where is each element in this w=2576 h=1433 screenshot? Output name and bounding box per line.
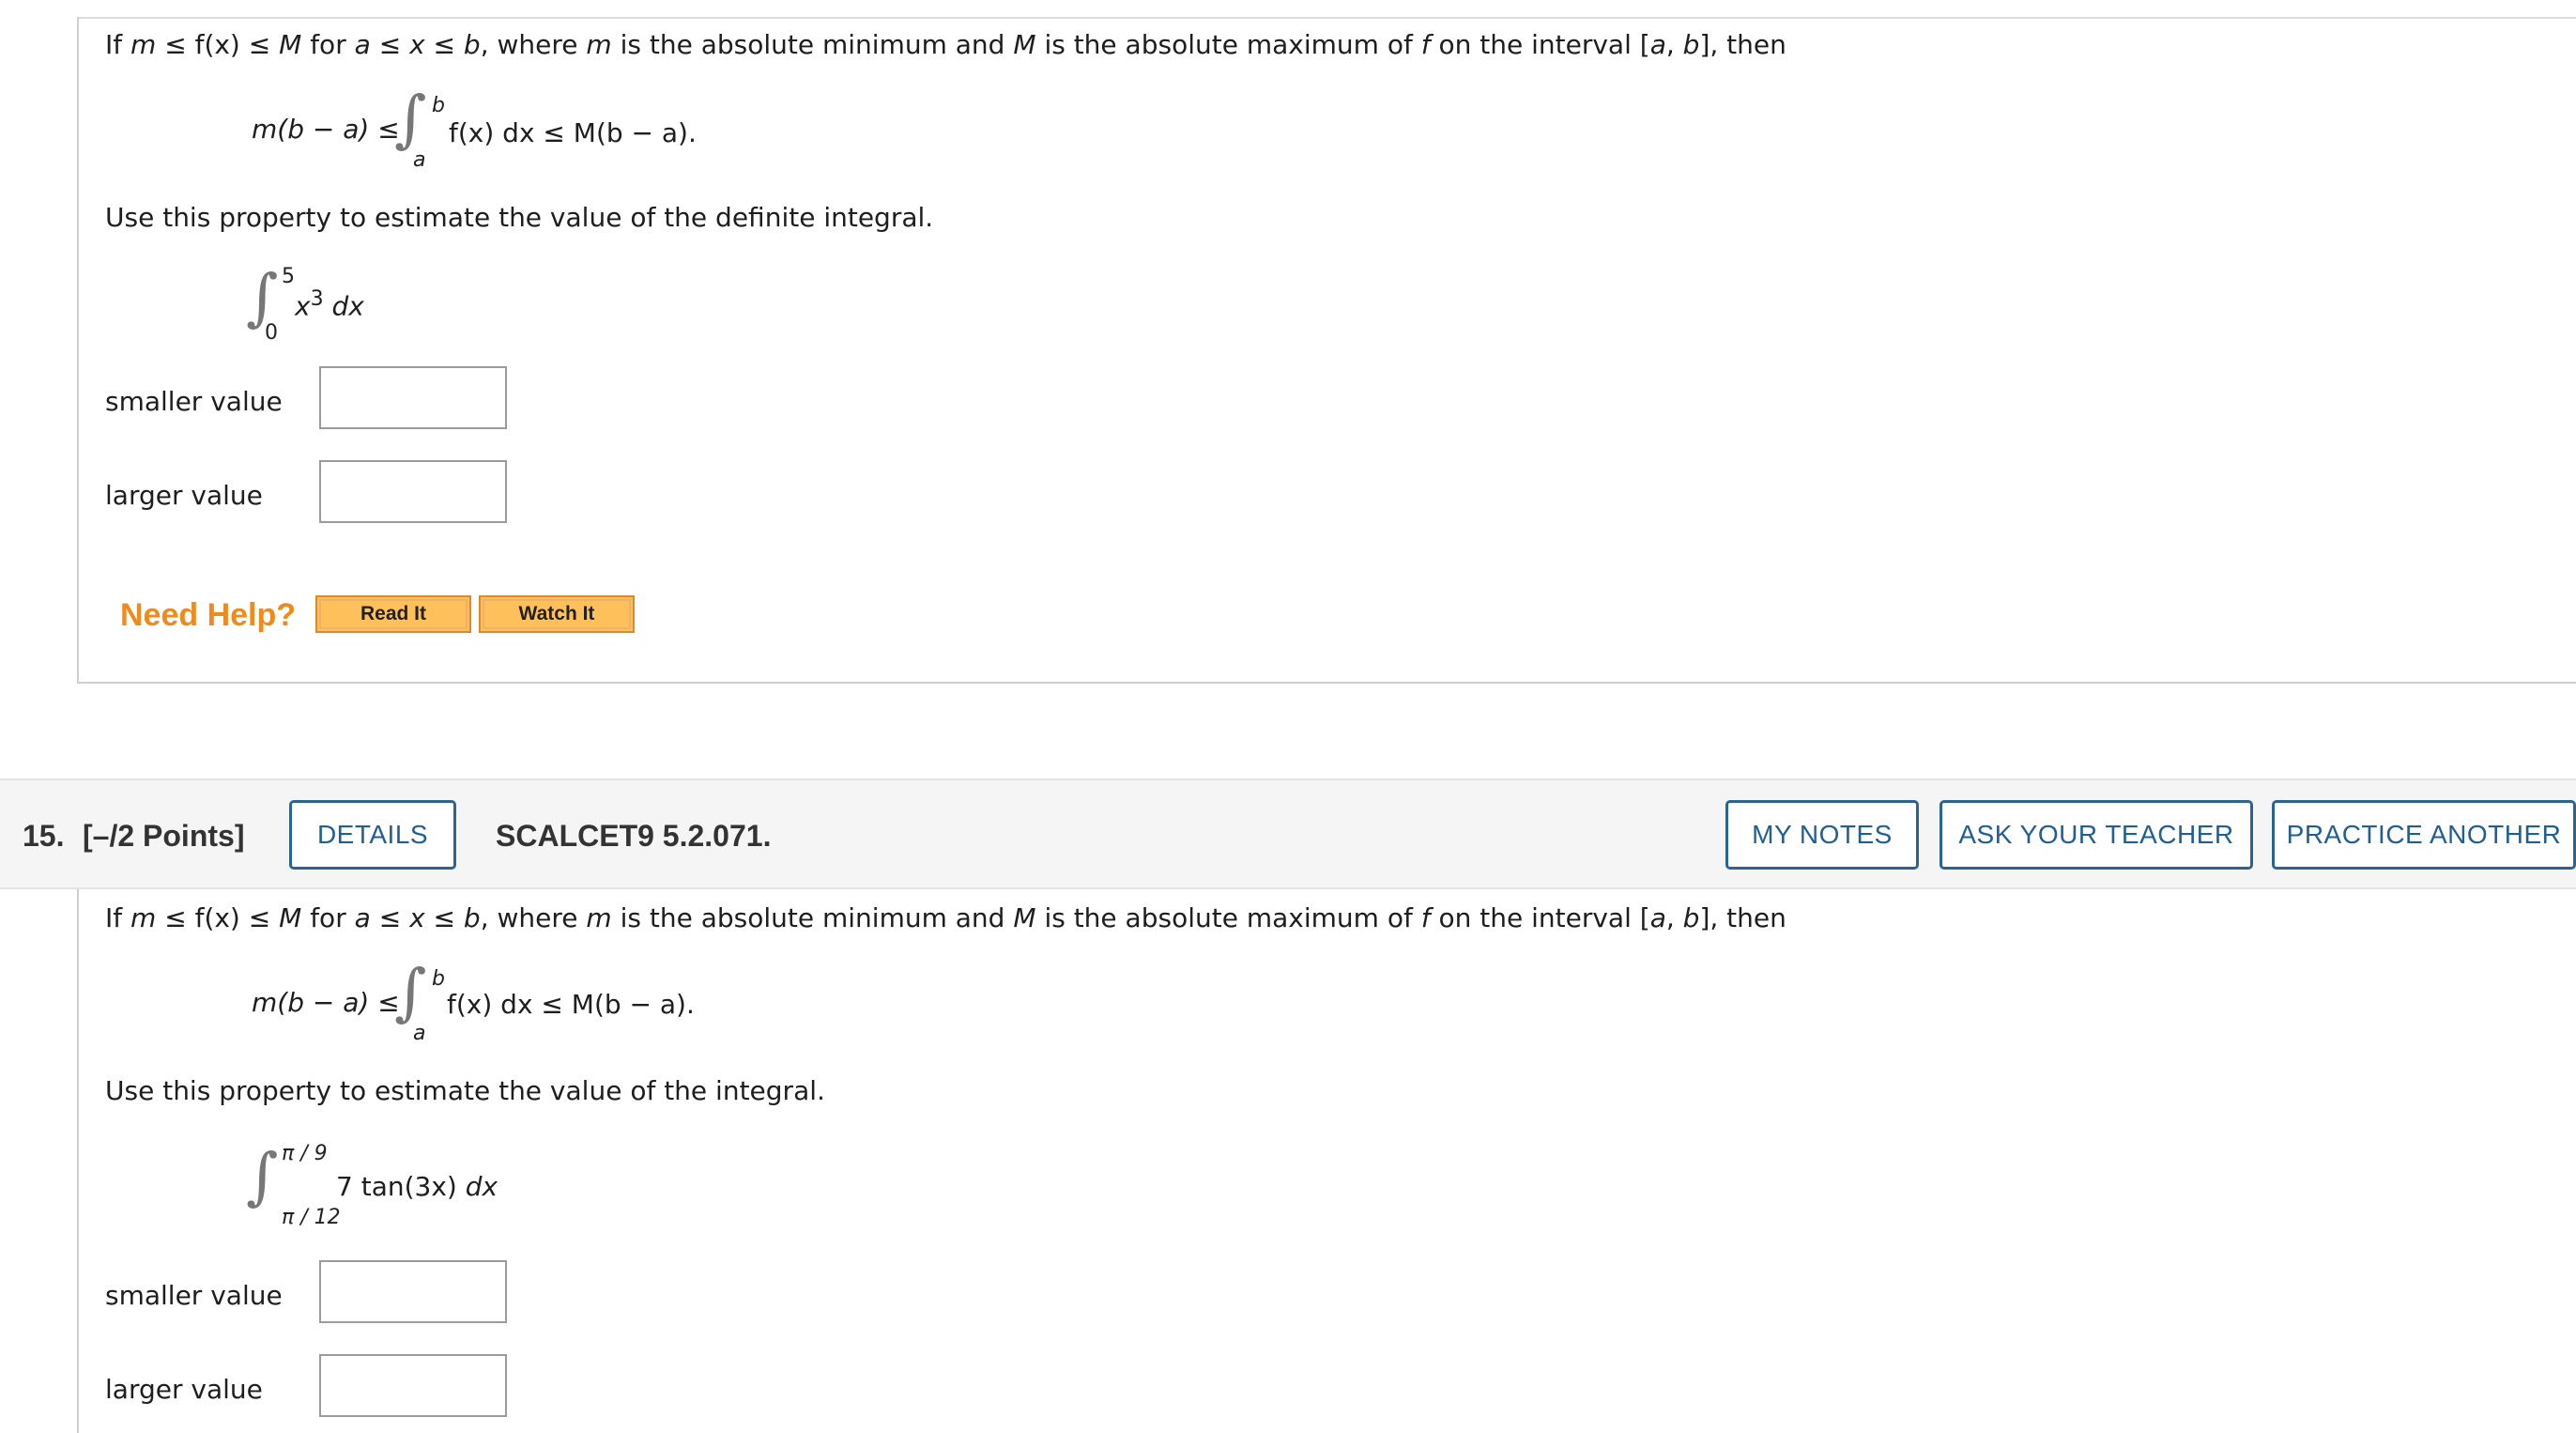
text: x: [409, 902, 425, 933]
text: is the absolute minimum and: [620, 29, 1005, 60]
integrand-base: x: [295, 290, 311, 322]
text: m: [586, 902, 612, 933]
text: on the interval [: [1438, 902, 1650, 933]
text: a: [354, 29, 371, 60]
integrand-exponent: 3: [310, 287, 324, 311]
q15-instruction: Use this property to estimate the value …: [105, 1075, 825, 1106]
integrand-dx: dx: [331, 290, 364, 322]
question-15-panel: [77, 889, 2576, 1433]
q14-larger-value-input[interactable]: [319, 460, 507, 523]
text: M: [1013, 902, 1036, 933]
q14-smaller-label: smaller value: [105, 386, 283, 417]
text: for: [310, 29, 346, 60]
need-help-label: Need Help?: [120, 597, 297, 633]
question-code: SCALCET9 5.2.071.: [496, 819, 772, 853]
q14-integral-sign: ∫: [394, 83, 427, 155]
text: for: [310, 902, 346, 933]
text: on the interval [: [1438, 29, 1650, 60]
q15-integral-sign-main: ∫: [246, 1140, 279, 1212]
q14-ineq-upper-limit: b: [432, 94, 445, 117]
my-notes-button[interactable]: MY NOTES: [1725, 800, 1919, 870]
text: ], then: [1699, 902, 1786, 933]
text: ≤ f(x) ≤: [164, 29, 271, 60]
text: , where: [480, 902, 578, 933]
q14-lower-limit: 0: [265, 321, 278, 345]
q15-ineq-right: f(x) dx ≤ M(b − a).: [447, 989, 695, 1020]
text: ≤: [433, 902, 456, 933]
text: b: [463, 902, 481, 933]
integrand: 7 tan(3x): [336, 1171, 457, 1202]
text: is the absolute maximum of: [1044, 29, 1413, 60]
text: M: [279, 29, 302, 60]
text: ≤: [378, 29, 402, 60]
text: m: [586, 29, 612, 60]
text: ≤: [433, 29, 456, 60]
text: m: [130, 902, 157, 933]
q15-ineq-lower-limit: a: [413, 1022, 426, 1045]
q14-ineq-lower-limit: a: [413, 148, 426, 172]
q14-intro-text: If m ≤ f(x) ≤ M for a ≤ x ≤ b, where m i…: [105, 32, 1786, 58]
text: m: [130, 29, 157, 60]
q15-smaller-label: smaller value: [105, 1280, 283, 1311]
text: M: [279, 902, 302, 933]
text: a: [1649, 29, 1666, 60]
text: f: [1420, 29, 1431, 60]
q15-upper-limit: π / 9: [282, 1142, 328, 1165]
read-it-button[interactable]: Read It: [315, 595, 471, 633]
text: a: [354, 902, 371, 933]
text: ,: [1665, 29, 1675, 60]
q15-integrand: 7 tan(3x) dx: [336, 1174, 498, 1200]
text: If: [105, 29, 123, 60]
text: ≤: [378, 902, 402, 933]
question-number: 15.: [23, 819, 65, 853]
q14-integrand: x3 dx: [295, 289, 364, 319]
text: b: [463, 29, 481, 60]
q15-lower-limit: π / 12: [282, 1206, 341, 1229]
practice-another-button[interactable]: PRACTICE ANOTHER: [2272, 800, 2576, 870]
q15-ineq-upper-limit: b: [432, 967, 445, 991]
q14-instruction: Use this property to estimate the value …: [105, 202, 934, 233]
details-button[interactable]: DETAILS: [289, 800, 456, 870]
text: is the absolute maximum of: [1044, 902, 1413, 933]
q14-upper-limit: 5: [282, 265, 295, 288]
text: , where: [480, 29, 578, 60]
text: b: [1682, 902, 1700, 933]
text: M: [1013, 29, 1036, 60]
question-points: [–/2 Points]: [83, 819, 245, 853]
text: b: [1682, 29, 1700, 60]
q15-smaller-value-input[interactable]: [319, 1260, 507, 1323]
q15-ineq-left: m(b − a) ≤: [252, 987, 400, 1018]
q15-larger-value-input[interactable]: [319, 1354, 507, 1417]
q15-integral-sign: ∫: [394, 956, 427, 1028]
watch-it-button[interactable]: Watch It: [479, 595, 635, 633]
q14-larger-label: larger value: [105, 480, 263, 511]
q15-larger-label: larger value: [105, 1374, 263, 1405]
q14-ineq-left: m(b − a) ≤: [252, 114, 400, 145]
integrand-dx: dx: [465, 1171, 498, 1202]
text: x: [409, 29, 425, 60]
q14-smaller-value-input[interactable]: [319, 366, 507, 429]
text: ,: [1665, 902, 1675, 933]
text: ≤ f(x) ≤: [164, 902, 271, 933]
text: is the absolute minimum and: [620, 902, 1005, 933]
text: a: [1649, 902, 1666, 933]
text: ], then: [1699, 29, 1786, 60]
q15-intro-text: If m ≤ f(x) ≤ M for a ≤ x ≤ b, where m i…: [105, 905, 1786, 932]
q14-integral-sign-main: ∫: [246, 261, 279, 333]
q14-ineq-right: f(x) dx ≤ M(b − a).: [449, 117, 697, 148]
ask-your-teacher-button[interactable]: ASK YOUR TEACHER: [1940, 800, 2253, 870]
text: f: [1420, 902, 1431, 933]
text: If: [105, 902, 123, 933]
